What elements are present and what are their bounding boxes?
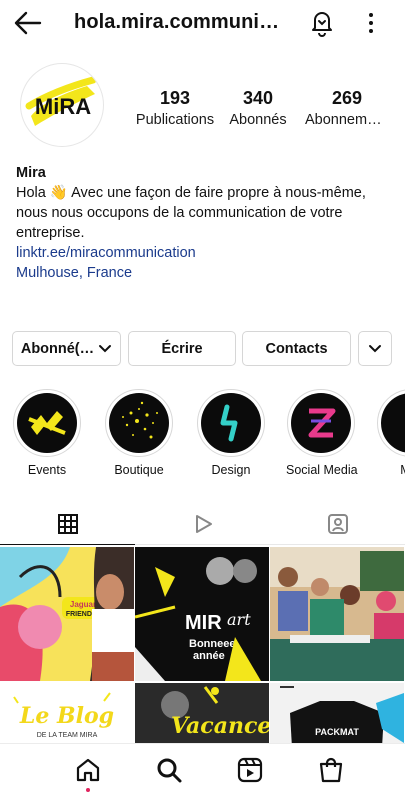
svg-text:année: année — [193, 650, 225, 662]
tagged-user-icon — [327, 514, 348, 534]
tab-posts-grid[interactable] — [0, 503, 135, 545]
avatar-logo-text: MiRA — [35, 94, 91, 119]
more-vertical-icon[interactable] — [364, 12, 378, 34]
reels-icon[interactable] — [236, 756, 264, 784]
highlight-design[interactable]: Design — [196, 389, 266, 477]
svg-text:Jaguar: Jaguar — [70, 600, 96, 609]
following-button-label: Abonné(… — [20, 340, 95, 357]
profile-stats: 193 Publications 340 Abonnés 269 Abonnem… — [125, 87, 405, 137]
message-button[interactable]: Écrire — [128, 331, 236, 366]
post-tile[interactable]: Vacances — [135, 683, 269, 743]
stat-followers-count: 340 — [242, 88, 274, 108]
post-tile[interactable]: Jaguar FRIENDLY — [0, 547, 134, 681]
tab-reels[interactable] — [135, 503, 270, 545]
highlight-label: Mar — [376, 463, 405, 477]
profile-name: Mira — [16, 165, 46, 181]
profile-avatar[interactable]: MiRA — [20, 63, 104, 147]
top-bar: hola.mira.communication — [0, 0, 405, 46]
svg-text:art: art — [227, 610, 251, 629]
post-image: Le Blog DE LA TEAM MIRA — [0, 683, 134, 743]
contacts-button[interactable]: Contacts — [242, 331, 351, 366]
highlight-social-media-cover — [308, 408, 336, 438]
notification-dot — [86, 788, 90, 792]
highlight-label: Events — [27, 463, 67, 477]
profile-tabs — [0, 503, 405, 545]
tab-tagged[interactable] — [270, 503, 405, 545]
story-highlights: Events Boutique Design Social Media — [0, 389, 405, 484]
post-image: Jaguar FRIENDLY — [0, 547, 134, 681]
bio-location[interactable]: Mulhouse, France — [16, 263, 396, 283]
post-image: PACKMAT — [270, 683, 404, 743]
profile-bio: Mira Hola 👋 Avec une façon de faire prop… — [16, 163, 396, 283]
svg-text:Le Blog: Le Blog — [19, 703, 114, 729]
bio-link[interactable]: linktr.ee/miracommunication — [16, 243, 396, 263]
stat-posts-count: 193 — [159, 88, 191, 108]
post-tile[interactable]: PACKMAT — [270, 683, 404, 743]
highlight-events-cover — [28, 411, 66, 435]
highlight-marketing[interactable]: Mar — [376, 389, 405, 477]
highlight-marketing-cover — [404, 412, 405, 434]
stat-followers[interactable]: 340 Abonnés — [223, 87, 293, 131]
highlight-boutique[interactable]: Boutique — [104, 389, 174, 477]
reels-play-icon — [195, 515, 212, 533]
bio-line-1: Hola 👋 Avec une façon de faire propre à … — [16, 185, 366, 201]
post-image: MIR art Bonneee année — [135, 547, 269, 681]
highlight-label: Social Media — [286, 463, 358, 477]
stat-followers-label: Abonnés — [229, 112, 287, 128]
bio-line-2: nous nous occupons de la communication d… — [16, 205, 343, 221]
bio-line-3: entreprise. — [16, 225, 85, 241]
svg-text:Bonneee: Bonneee — [189, 638, 235, 650]
stat-posts[interactable]: 193 Publications — [127, 87, 223, 131]
post-tile[interactable]: Le Blog DE LA TEAM MIRA — [0, 683, 134, 743]
following-button[interactable]: Abonné(… — [12, 331, 121, 366]
posts-grid: Jaguar FRIENDLY MIR art Bonneee année Le… — [0, 547, 405, 743]
post-tile[interactable] — [270, 547, 404, 681]
search-icon[interactable] — [155, 756, 183, 784]
svg-text:PACKMAT: PACKMAT — [315, 727, 359, 737]
stat-posts-label: Publications — [135, 112, 215, 128]
svg-text:Vacances: Vacances — [171, 713, 269, 739]
highlight-social-media[interactable]: Social Media — [286, 389, 358, 477]
suggestions-button[interactable] — [358, 331, 392, 366]
post-image: Vacances — [135, 683, 269, 743]
stat-following-label: Abonnements — [305, 112, 389, 128]
svg-text:DE LA TEAM MIRA: DE LA TEAM MIRA — [37, 732, 98, 739]
home-icon[interactable] — [74, 756, 102, 784]
shop-icon[interactable] — [317, 756, 345, 784]
back-arrow-icon[interactable] — [14, 10, 42, 36]
svg-text:MIR: MIR — [185, 612, 222, 634]
highlight-events[interactable]: Events — [12, 389, 82, 477]
highlight-label: Boutique — [114, 463, 164, 477]
chevron-down-icon — [369, 344, 381, 352]
post-image — [270, 547, 404, 681]
bottom-navigation — [0, 743, 405, 794]
highlight-boutique-cover — [122, 401, 158, 439]
profile-username: hola.mira.communication — [74, 11, 284, 33]
stat-following[interactable]: 269 Abonnements — [305, 87, 389, 131]
profile-actions: Abonné(… Écrire Contacts — [12, 331, 394, 367]
grid-icon — [57, 513, 78, 534]
post-tile[interactable]: MIR art Bonneee année — [135, 547, 269, 681]
highlight-label: Design — [211, 463, 251, 477]
stat-following-count: 269 — [331, 88, 363, 108]
chevron-down-icon — [99, 344, 112, 352]
highlight-design-cover — [220, 404, 238, 442]
bell-icon[interactable] — [309, 9, 335, 37]
